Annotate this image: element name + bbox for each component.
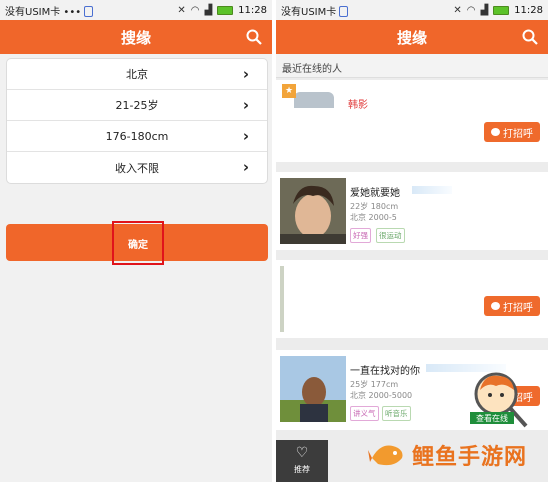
greet-button[interactable]: 打招呼 bbox=[484, 122, 540, 142]
carrier-text: 没有USIM卡 ••• bbox=[5, 6, 82, 18]
user-location-income: 北京 2000-5 bbox=[350, 213, 397, 222]
filter-income-value: 收入不限 bbox=[115, 161, 159, 175]
carrier-text: 没有USIM卡 bbox=[281, 6, 337, 18]
greet-label: 打招呼 bbox=[503, 128, 533, 140]
clock: 11:28 bbox=[238, 4, 267, 16]
battery-icon bbox=[493, 5, 510, 15]
user-name: 一直在找对的你 bbox=[350, 366, 420, 377]
chevron-right-icon: › bbox=[242, 127, 249, 145]
wifi-icon: ◠ bbox=[466, 4, 476, 16]
sim-icon bbox=[339, 5, 349, 17]
chevron-right-icon: › bbox=[242, 158, 249, 176]
search-icon[interactable] bbox=[522, 29, 538, 45]
user-card[interactable]: 打招呼 bbox=[276, 260, 548, 338]
carrier-label: 没有USIM卡 bbox=[281, 3, 453, 18]
avatar-photo bbox=[280, 356, 346, 422]
status-icons: ✕ ◠ ▟ 11:28 bbox=[177, 5, 267, 16]
filter-list: 北京 › 21-25岁 › 176-180cm › 收入不限 › bbox=[6, 58, 268, 184]
search-icon[interactable] bbox=[246, 29, 262, 45]
greet-label: 打招呼 bbox=[503, 302, 533, 314]
chat-bubble-icon bbox=[491, 128, 500, 136]
fish-logo-icon bbox=[368, 445, 403, 466]
title-bar: 搜缘 bbox=[276, 20, 548, 54]
signal-icon: ▟ bbox=[480, 4, 489, 16]
crown-badge-icon: ★ bbox=[282, 84, 296, 98]
view-online-badge[interactable]: 查看在线 bbox=[470, 368, 530, 432]
user-tag: 讲义气 bbox=[350, 406, 379, 421]
chevron-right-icon: › bbox=[242, 65, 249, 83]
chevron-right-icon: › bbox=[242, 96, 249, 114]
mute-icon: ✕ bbox=[177, 4, 186, 16]
tab-label: 推荐 bbox=[294, 465, 310, 474]
carrier-label: 没有USIM卡 ••• bbox=[5, 3, 177, 18]
avatar-photo bbox=[280, 178, 346, 244]
filter-city-value: 北京 bbox=[126, 68, 148, 81]
user-age-height: 22岁 180cm bbox=[350, 202, 399, 211]
avatar bbox=[294, 92, 334, 108]
avatar bbox=[280, 178, 346, 244]
crown-glyph: ★ bbox=[284, 86, 294, 96]
avatar bbox=[280, 266, 284, 332]
filter-row-age[interactable]: 21-25岁 › bbox=[7, 90, 267, 121]
clock: 11:28 bbox=[514, 4, 543, 16]
heart-icon: ♡ bbox=[295, 445, 309, 461]
greet-button[interactable]: 打招呼 bbox=[484, 296, 540, 316]
status-bar: 没有USIM卡 ••• ✕ ◠ ▟ 11:28 bbox=[0, 0, 272, 20]
status-icons: ✕ ◠ ▟ 11:28 bbox=[453, 5, 543, 16]
page-title: 搜缘 bbox=[120, 28, 151, 47]
confirm-label: 确定 bbox=[128, 239, 148, 251]
sim-icon bbox=[84, 5, 94, 17]
chat-bubble-icon bbox=[491, 302, 500, 310]
status-bar: 没有USIM卡 ✕ ◠ ▟ 11:28 bbox=[276, 0, 548, 20]
confirm-button[interactable]: 确定 bbox=[112, 221, 164, 265]
screenshot-composite: 没有USIM卡 ••• ✕ ◠ ▟ 11:28 搜缘 北京 › 21-25岁 ›… bbox=[0, 0, 548, 482]
wifi-icon: ◠ bbox=[190, 4, 200, 16]
signal-icon: ▟ bbox=[204, 4, 213, 16]
battery-icon bbox=[217, 5, 234, 15]
filter-height-value: 176-180cm bbox=[105, 129, 169, 143]
user-tag: 好强 bbox=[350, 228, 371, 243]
search-filter-screen: 没有USIM卡 ••• ✕ ◠ ▟ 11:28 搜缘 北京 › 21-25岁 ›… bbox=[0, 0, 272, 482]
user-name: 韩影 bbox=[348, 100, 368, 111]
tab-recommend[interactable]: ♡ 推荐 bbox=[276, 440, 328, 482]
filter-row-city[interactable]: 北京 › bbox=[7, 59, 267, 90]
blur-overlay bbox=[412, 186, 452, 194]
title-bar: 搜缘 bbox=[0, 20, 272, 54]
filter-row-income[interactable]: 收入不限 › bbox=[7, 152, 267, 183]
section-title: 最近在线的人 bbox=[282, 64, 342, 75]
user-tag: 听音乐 bbox=[382, 406, 411, 421]
user-age-height: 25岁 177cm bbox=[350, 380, 399, 389]
badge-label: 查看在线 bbox=[476, 413, 508, 423]
confirm-bar[interactable]: 确定 bbox=[6, 221, 268, 265]
section-header: 最近在线的人 bbox=[276, 54, 548, 78]
watermark: 鲤鱼手游网 bbox=[368, 434, 544, 476]
filter-age-value: 21-25岁 bbox=[115, 99, 159, 112]
user-location-income: 北京 2000-5000 bbox=[350, 391, 413, 400]
avatar bbox=[280, 356, 346, 422]
user-card[interactable]: 韩影 打招呼 bbox=[276, 80, 548, 162]
filter-row-height[interactable]: 176-180cm › bbox=[7, 121, 267, 152]
user-card[interactable]: 爱她就要她 22岁 180cm 北京 2000-5 好强 很运动 bbox=[276, 172, 548, 250]
watermark-text: 鲤鱼手游网 bbox=[412, 445, 528, 470]
user-tag: 很运动 bbox=[376, 228, 405, 243]
user-name: 爱她就要她 bbox=[350, 188, 400, 199]
page-title: 搜缘 bbox=[396, 28, 427, 47]
mute-icon: ✕ bbox=[453, 4, 462, 16]
